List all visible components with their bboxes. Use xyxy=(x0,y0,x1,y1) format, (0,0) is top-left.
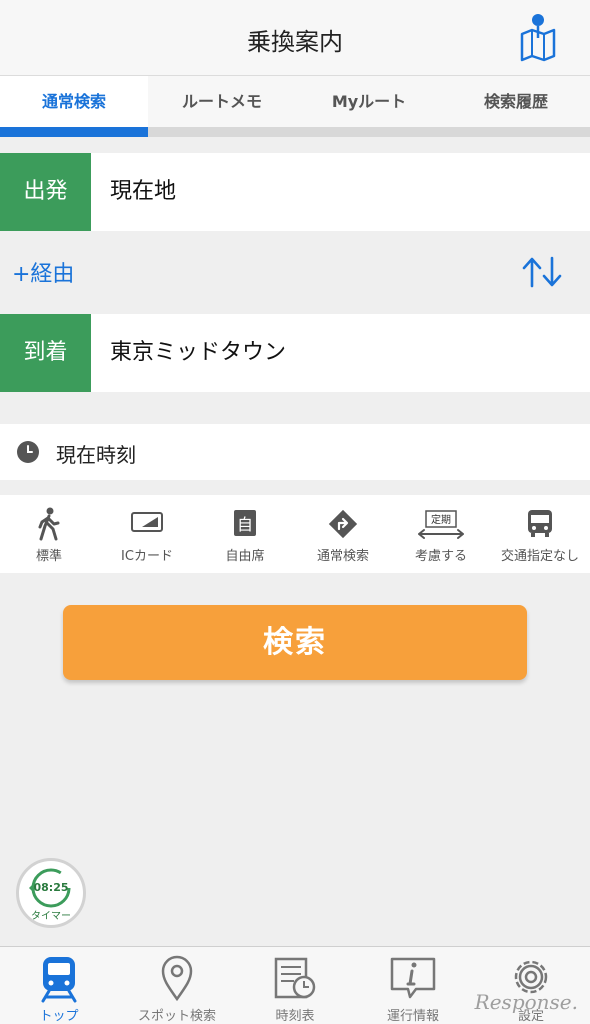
nav-top[interactable]: トップ xyxy=(0,947,118,1024)
timetable-icon xyxy=(274,957,316,999)
option-commuter-pass[interactable]: 定期 考慮する xyxy=(392,495,490,573)
nav-timetable[interactable]: 時刻表 xyxy=(236,947,354,1024)
nav-label: スポット検索 xyxy=(137,1009,216,1024)
nav-spot-search[interactable]: スポット検索 xyxy=(118,947,236,1024)
search-button[interactable]: 検索 xyxy=(63,605,527,680)
svg-text:定期: 定期 xyxy=(431,513,451,526)
arrival-label: 到着 xyxy=(0,314,91,392)
option-label: 通常検索 xyxy=(316,549,369,564)
location-pin-icon xyxy=(161,955,193,1002)
ic-card-icon xyxy=(131,512,163,532)
departure-value[interactable]: 現在地 xyxy=(110,153,176,231)
nav-label: 運行情報 xyxy=(386,1009,439,1024)
active-tab-indicator xyxy=(0,127,148,137)
time-row[interactable]: 現在時刻 xyxy=(0,424,590,480)
clock-icon xyxy=(16,440,40,464)
nav-label: トップ xyxy=(39,1009,79,1024)
option-label: ICカード xyxy=(121,549,173,564)
time-label: 現在時刻 xyxy=(56,443,136,467)
app-header: 乗換案内 xyxy=(0,0,590,76)
departure-row[interactable]: 出発 現在地 xyxy=(0,153,590,231)
info-icon xyxy=(390,957,436,999)
option-walking-speed[interactable]: 標準 xyxy=(0,495,98,573)
walking-icon xyxy=(38,507,60,541)
option-fare-type[interactable]: ICカード xyxy=(98,495,196,573)
add-via-button[interactable]: +経由 xyxy=(12,256,74,288)
seat-icon: 自 xyxy=(234,510,256,536)
search-tabs: 通常検索 ルートメモ Myルート 検索履歴 xyxy=(0,76,590,137)
train-icon xyxy=(41,957,77,1003)
swap-arrows-icon[interactable] xyxy=(520,256,564,288)
tab-route-memo[interactable]: ルートメモ xyxy=(148,76,296,127)
search-options: 標準 ICカード 自 自由席 通常検索 定期 考慮する 交通指定なし xyxy=(0,495,590,573)
tab-my-route[interactable]: Myルート xyxy=(295,76,443,127)
option-label: 標準 xyxy=(35,549,62,564)
option-label: 考慮する xyxy=(414,549,467,564)
tab-search-history[interactable]: 検索履歴 xyxy=(442,76,590,127)
timer-time: 08:25 xyxy=(33,881,69,894)
option-transport[interactable]: 交通指定なし xyxy=(490,495,590,573)
departure-label: 出発 xyxy=(0,153,91,231)
arrival-row[interactable]: 到着 東京ミッドタウン xyxy=(0,314,590,392)
timer-button[interactable]: 08:25 タイマー xyxy=(16,858,86,928)
option-label: 自由席 xyxy=(225,549,265,564)
nav-label: 時刻表 xyxy=(275,1009,315,1024)
bus-icon xyxy=(528,510,552,537)
svg-text:自: 自 xyxy=(237,515,253,534)
option-seat[interactable]: 自 自由席 xyxy=(196,495,294,573)
page-title: 乗換案内 xyxy=(247,28,343,56)
arrival-value[interactable]: 東京ミッドタウン xyxy=(110,314,286,392)
map-pin-icon[interactable] xyxy=(516,12,560,62)
tab-normal-search[interactable]: 通常検索 xyxy=(0,76,148,127)
nav-service-info[interactable]: 運行情報 xyxy=(354,947,472,1024)
tab-track xyxy=(148,127,590,137)
watermark: Response. xyxy=(474,990,578,1014)
route-sign-icon xyxy=(328,509,358,539)
option-search-type[interactable]: 通常検索 xyxy=(294,495,392,573)
option-label: 交通指定なし xyxy=(500,549,579,564)
commuter-pass-icon: 定期 xyxy=(418,510,464,539)
via-row: +経由 xyxy=(0,232,590,314)
timer-label: タイマー xyxy=(31,911,71,922)
